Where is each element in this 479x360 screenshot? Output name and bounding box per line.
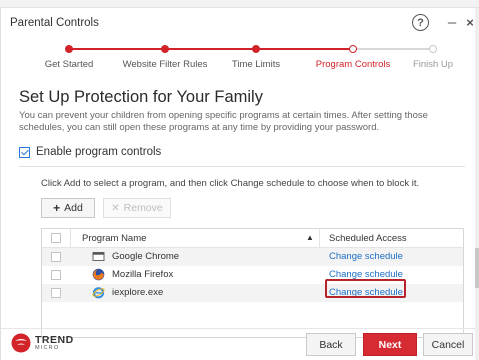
- step-label: Time Limits: [231, 59, 281, 70]
- parental-controls-window: Parental Controls ? – × Get Started Webs…: [0, 8, 476, 360]
- column-separator: [70, 229, 71, 248]
- page-description: You can prevent your children from openi…: [19, 110, 428, 133]
- chrome-window-icon: [92, 252, 105, 261]
- program-name: iexplore.exe: [112, 287, 164, 298]
- minimize-icon[interactable]: –: [444, 14, 460, 31]
- next-button[interactable]: Next: [363, 333, 417, 356]
- step-finish-up: Finish Up: [383, 42, 479, 70]
- step-website-filter-rules: Website Filter Rules: [115, 42, 215, 70]
- enable-program-controls-checkbox[interactable]: Enable program controls: [19, 146, 161, 158]
- back-button[interactable]: Back: [306, 333, 356, 356]
- program-name: Mozilla Firefox: [112, 269, 174, 280]
- highlight-box: [325, 279, 406, 298]
- row-checkbox[interactable]: [51, 252, 61, 262]
- change-schedule-link[interactable]: Change schedule: [329, 251, 403, 262]
- trend-micro-logo-icon: [11, 333, 31, 353]
- program-name: Google Chrome: [112, 251, 180, 262]
- program-table: Program Name ▲ Scheduled Access Google C…: [41, 228, 464, 338]
- wizard-progress: Get Started Website Filter Rules Time Li…: [19, 42, 459, 72]
- add-button-label: Add: [64, 202, 83, 214]
- checkbox-checked-icon[interactable]: [19, 146, 30, 158]
- add-button[interactable]: + Add: [41, 198, 95, 218]
- step-dot: [65, 45, 73, 53]
- select-all-checkbox[interactable]: [51, 233, 61, 243]
- brand-subname: MICRO: [35, 345, 60, 351]
- trend-micro-logo: TREND MICRO: [11, 330, 91, 358]
- step-dot: [161, 45, 169, 53]
- enable-program-controls-label: Enable program controls: [36, 146, 162, 158]
- background-strip: [0, 0, 479, 8]
- section-divider: [19, 166, 465, 167]
- row-checkbox[interactable]: [51, 288, 61, 298]
- step-label: Finish Up: [412, 59, 454, 70]
- page-heading: Set Up Protection for Your Family: [19, 88, 263, 106]
- step-get-started: Get Started: [19, 42, 119, 70]
- footer-divider: [1, 328, 476, 329]
- step-dot: [429, 45, 437, 53]
- close-icon[interactable]: ×: [462, 14, 478, 30]
- step-label: Get Started: [44, 59, 94, 70]
- table-row[interactable]: Google Chrome Change schedule: [42, 248, 463, 266]
- help-icon[interactable]: ?: [412, 14, 429, 31]
- step-dot: [252, 45, 260, 53]
- column-header-scheduled-access[interactable]: Scheduled Access: [329, 233, 407, 244]
- remove-x-icon: ✕: [111, 202, 120, 214]
- internet-explorer-icon: [92, 287, 105, 299]
- cancel-button[interactable]: Cancel: [423, 333, 473, 356]
- remove-button[interactable]: ✕ Remove: [103, 198, 171, 218]
- step-label: Website Filter Rules: [122, 59, 208, 70]
- plus-icon: +: [53, 201, 61, 215]
- step-dot: [349, 45, 357, 53]
- column-header-program-name[interactable]: Program Name: [82, 233, 146, 244]
- step-time-limits: Time Limits: [206, 42, 306, 70]
- row-checkbox[interactable]: [51, 270, 61, 280]
- scrollbar-thumb[interactable]: [475, 248, 479, 288]
- remove-button-label: Remove: [123, 202, 163, 214]
- table-header: Program Name ▲ Scheduled Access: [42, 229, 463, 248]
- window-title: Parental Controls: [10, 17, 99, 29]
- column-separator: [319, 229, 320, 248]
- firefox-icon: [92, 268, 105, 281]
- title-bar: Parental Controls ? – ×: [1, 8, 476, 38]
- sort-ascending-icon[interactable]: ▲: [306, 233, 314, 242]
- instruction-text: Click Add to select a program, and then …: [41, 178, 420, 189]
